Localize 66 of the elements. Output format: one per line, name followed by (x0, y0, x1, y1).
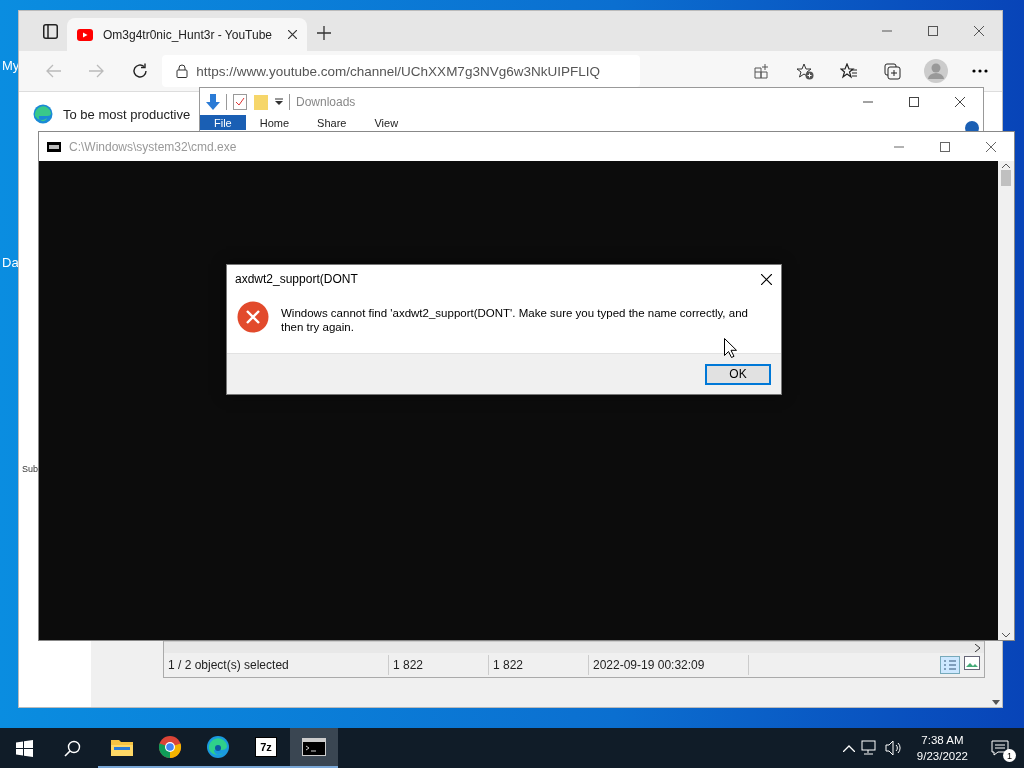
maximize-icon[interactable] (940, 141, 950, 152)
network-icon[interactable] (860, 740, 879, 756)
ribbon-tab[interactable]: Share (303, 115, 361, 130)
ok-button[interactable]: OK (705, 363, 771, 385)
download-arrow-icon (206, 93, 220, 110)
profile-avatar[interactable] (924, 59, 949, 83)
ribbon-tab[interactable]: View (360, 115, 413, 130)
window-title: Downloads (296, 94, 356, 109)
new-tab-icon[interactable] (317, 26, 331, 40)
folder-icon (110, 737, 134, 757)
lock-icon (176, 64, 189, 78)
close-icon[interactable] (288, 30, 297, 39)
notifications-icon[interactable] (991, 740, 1009, 756)
address-bar[interactable]: https://www.youtube.com/channel/UChXXM7g3NVg6w3NkUIPFLIQ (162, 55, 640, 87)
close-icon[interactable] (760, 273, 772, 285)
folder-icon (253, 93, 269, 110)
vertical-scrollbar[interactable] (998, 161, 1014, 640)
window-title: C:\Windows\system32\cmd.exe (69, 139, 237, 154)
search-icon[interactable] (63, 739, 81, 757)
file-menu-button[interactable]: File (200, 115, 246, 130)
browser-icon (158, 735, 182, 759)
console-app-icon (47, 141, 61, 152)
cursor-icon (724, 338, 737, 358)
status-field: 1 822 (389, 655, 489, 675)
sidebar-text: Sub (22, 464, 38, 474)
desktop-icon-label[interactable]: My (2, 58, 20, 73)
volume-icon[interactable] (884, 740, 903, 756)
favorites-icon[interactable] (839, 63, 858, 79)
ribbon-tab[interactable]: Home (245, 115, 304, 130)
error-message: Windows cannot find 'axdwt2_support(DONT'. Make sure you typed the name correctly, and then try again. (281, 306, 749, 334)
edge-icon (206, 735, 230, 759)
clock-time[interactable]: 7:38 AM (921, 732, 964, 748)
scroll-up-icon[interactable] (1002, 163, 1010, 168)
add-favorite-icon[interactable] (796, 62, 815, 80)
chevron-up-icon[interactable] (842, 744, 855, 752)
archiver-icon: 7z (255, 737, 277, 757)
browser-tab[interactable]: Om3g4tr0nic_Hunt3r - YouTube (67, 18, 307, 51)
picture-view-icon[interactable] (964, 656, 980, 670)
apps-icon[interactable] (753, 63, 769, 79)
taskbar-app-button[interactable] (290, 728, 338, 768)
status-field: 1 / 2 object(s) selected (164, 655, 389, 675)
collections-icon[interactable] (884, 62, 902, 80)
desktop-icon-label[interactable]: Da (2, 255, 19, 270)
more-icon[interactable] (972, 69, 989, 73)
status-field: 2022-09-19 00:32:09 (589, 655, 749, 675)
close-icon[interactable] (974, 26, 984, 36)
dialog-title: axdwt2_support(DONT (235, 272, 358, 286)
edge-logo-icon (33, 104, 53, 124)
maximize-icon[interactable] (928, 26, 938, 36)
scroll-down-icon[interactable] (1002, 633, 1010, 638)
error-icon (237, 301, 269, 333)
dropdown-icon[interactable] (275, 97, 283, 106)
scroll-right-icon[interactable] (975, 643, 980, 652)
close-icon[interactable] (955, 96, 965, 107)
status-field: 1 822 (489, 655, 589, 675)
terminal-icon (302, 738, 326, 756)
windows-logo-icon[interactable] (15, 739, 33, 757)
play-logo-icon (77, 28, 93, 41)
properties-icon (233, 93, 247, 110)
infobar-text: To be most productive (63, 106, 191, 122)
maximize-icon[interactable] (909, 96, 919, 107)
scroll-down-icon[interactable] (992, 700, 1000, 705)
notification-count: 1 (1003, 749, 1016, 762)
clock-date[interactable]: 9/23/2022 (916, 748, 968, 764)
scrollbar-thumb[interactable] (1001, 170, 1011, 186)
refresh-icon[interactable] (132, 63, 149, 79)
